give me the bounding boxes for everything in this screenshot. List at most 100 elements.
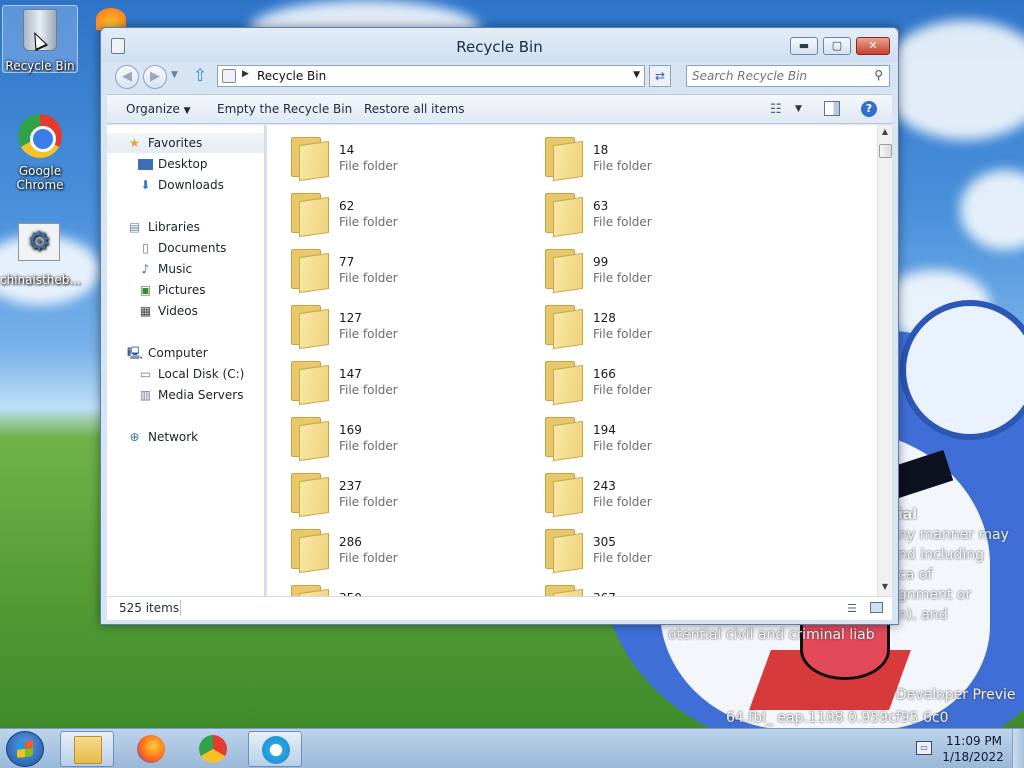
- item-name: 286: [339, 535, 362, 549]
- file-list[interactable]: 14 File folder 18 File folder 62 File fo…: [267, 125, 877, 596]
- folder-icon: [543, 417, 583, 462]
- caret-down-icon: ▼: [881, 582, 889, 591]
- nav-documents[interactable]: ▯ Documents: [107, 238, 264, 258]
- details-view-icon[interactable]: ☰: [847, 602, 857, 615]
- back-button[interactable]: ◀: [115, 65, 139, 89]
- search-input[interactable]: [692, 68, 862, 84]
- desktop-icon-app[interactable]: ⚙ chinaistheb...: [0, 218, 81, 287]
- scroll-down-button[interactable]: ▼: [878, 582, 892, 594]
- clock-date[interactable]: 1/18/2022: [940, 750, 1006, 764]
- folder-item[interactable]: 77 File folder: [267, 241, 517, 294]
- nav-desktop[interactable]: Desktop: [107, 154, 264, 174]
- item-name: 237: [339, 479, 362, 493]
- maximize-button[interactable]: ▢: [823, 37, 851, 55]
- organize-button[interactable]: Organize ▼: [126, 102, 191, 116]
- folder-item[interactable]: 62 File folder: [267, 185, 517, 238]
- taskbar-chrome-button[interactable]: [186, 731, 240, 767]
- item-name: 147: [339, 367, 362, 381]
- nav-network[interactable]: ⊕ Network: [107, 427, 264, 447]
- nav-favorites[interactable]: ★ Favorites: [107, 133, 264, 153]
- taskbar-app-button[interactable]: [248, 731, 302, 767]
- folder-item[interactable]: 194 File folder: [521, 409, 771, 462]
- item-type: File folder: [339, 495, 398, 509]
- folder-item[interactable]: 14 File folder: [267, 129, 517, 182]
- address-dropdown-button[interactable]: ▼: [633, 70, 640, 80]
- change-view-icon[interactable]: ☷: [770, 102, 782, 117]
- folder-item[interactable]: 63 File folder: [521, 185, 771, 238]
- preview-pane-icon[interactable]: [824, 101, 840, 116]
- breadcrumb-recycle-bin[interactable]: Recycle Bin: [257, 69, 326, 83]
- network-tray-icon[interactable]: ▭: [916, 741, 932, 755]
- refresh-button[interactable]: ⇄: [649, 65, 671, 87]
- folder-item[interactable]: 367: [521, 577, 771, 596]
- item-name: 127: [339, 311, 362, 325]
- nav-videos[interactable]: ▦ Videos: [107, 301, 264, 321]
- folder-item[interactable]: 237 File folder: [267, 465, 517, 518]
- folder-item[interactable]: 147 File folder: [267, 353, 517, 406]
- folder-item[interactable]: 18 File folder: [521, 129, 771, 182]
- scrollbar-thumb[interactable]: [879, 144, 892, 158]
- videos-icon: ▦: [139, 304, 152, 318]
- scroll-up-button[interactable]: ▲: [878, 127, 892, 139]
- forward-button[interactable]: ▶: [143, 65, 167, 89]
- folder-item[interactable]: 169 File folder: [267, 409, 517, 462]
- help-icon[interactable]: ?: [861, 101, 877, 117]
- clock-time[interactable]: 11:09 PM: [946, 734, 1002, 748]
- nav-music[interactable]: ♪ Music: [107, 259, 264, 279]
- address-bar[interactable]: ▶ Recycle Bin ▼: [217, 65, 645, 87]
- nav-pictures[interactable]: ▣ Pictures: [107, 280, 264, 300]
- nav-media-servers[interactable]: ▥ Media Servers: [107, 385, 264, 405]
- item-count: 525 items: [119, 601, 180, 615]
- folder-icon: [543, 137, 583, 182]
- minimize-button[interactable]: ▬: [790, 37, 818, 55]
- taskbar-firefox-button[interactable]: [124, 731, 178, 767]
- vertical-scrollbar[interactable]: ▲ ▼: [877, 125, 892, 596]
- taskbar-explorer-button[interactable]: [60, 731, 114, 767]
- nav-libraries[interactable]: ▤ Libraries: [107, 217, 264, 237]
- navigation-pane: ★ Favorites Desktop ⬇ Downloads ▤ Librar…: [107, 125, 265, 596]
- folder-icon: [289, 361, 329, 406]
- recent-pages-button[interactable]: ▼: [171, 70, 178, 80]
- search-icon[interactable]: ⚲: [874, 68, 883, 82]
- folder-item[interactable]: 127 File folder: [267, 297, 517, 350]
- folder-item[interactable]: 350: [267, 577, 517, 596]
- show-desktop-button[interactable]: [1012, 729, 1024, 768]
- chevron-down-icon: ▼: [795, 104, 802, 114]
- nav-computer[interactable]: 🖳 Computer: [107, 343, 264, 363]
- chevron-down-icon: ▼: [171, 70, 178, 80]
- item-name: 169: [339, 423, 362, 437]
- folder-item[interactable]: 305 File folder: [521, 521, 771, 574]
- folder-icon: [543, 585, 583, 596]
- folder-item[interactable]: 166 File folder: [521, 353, 771, 406]
- item-type: File folder: [593, 383, 652, 397]
- large-icons-view-icon[interactable]: [870, 602, 883, 613]
- item-name: 166: [593, 367, 616, 381]
- hard-drive-icon: ▭: [139, 367, 152, 381]
- restore-all-items-button[interactable]: Restore all items: [364, 102, 465, 116]
- empty-recycle-bin-button[interactable]: Empty the Recycle Bin: [217, 102, 352, 116]
- folder-item[interactable]: 243 File folder: [521, 465, 771, 518]
- breadcrumb-separator-icon[interactable]: ▶: [242, 69, 249, 79]
- folder-item[interactable]: 128 File folder: [521, 297, 771, 350]
- folder-item[interactable]: 99 File folder: [521, 241, 771, 294]
- close-button[interactable]: ✕: [856, 37, 890, 55]
- folder-item[interactable]: 286 File folder: [267, 521, 517, 574]
- folder-icon: [543, 473, 583, 518]
- network-icon: ⊕: [129, 430, 140, 444]
- search-box[interactable]: ⚲: [686, 65, 890, 87]
- start-button[interactable]: [6, 731, 44, 767]
- up-button[interactable]: ⇧: [193, 66, 207, 86]
- folder-icon: [543, 305, 583, 350]
- title-bar[interactable]: Recycle Bin ▬ ▢ ✕: [101, 28, 898, 62]
- nav-label: Music: [158, 262, 193, 276]
- arrow-right-icon: ▶: [150, 69, 160, 84]
- view-options-dropdown[interactable]: ▼: [795, 104, 802, 114]
- chevron-down-icon: ▼: [183, 106, 191, 116]
- desktop-icon-google-chrome[interactable]: Google Chrome: [2, 112, 78, 192]
- nav-downloads[interactable]: ⬇ Downloads: [107, 175, 264, 195]
- arrow-up-icon: ⇧: [193, 66, 208, 86]
- nav-local-disk[interactable]: ▭ Local Disk (C:): [107, 364, 264, 384]
- item-type: File folder: [339, 439, 398, 453]
- organize-label: Organize: [126, 102, 180, 116]
- folder-icon: [543, 529, 583, 574]
